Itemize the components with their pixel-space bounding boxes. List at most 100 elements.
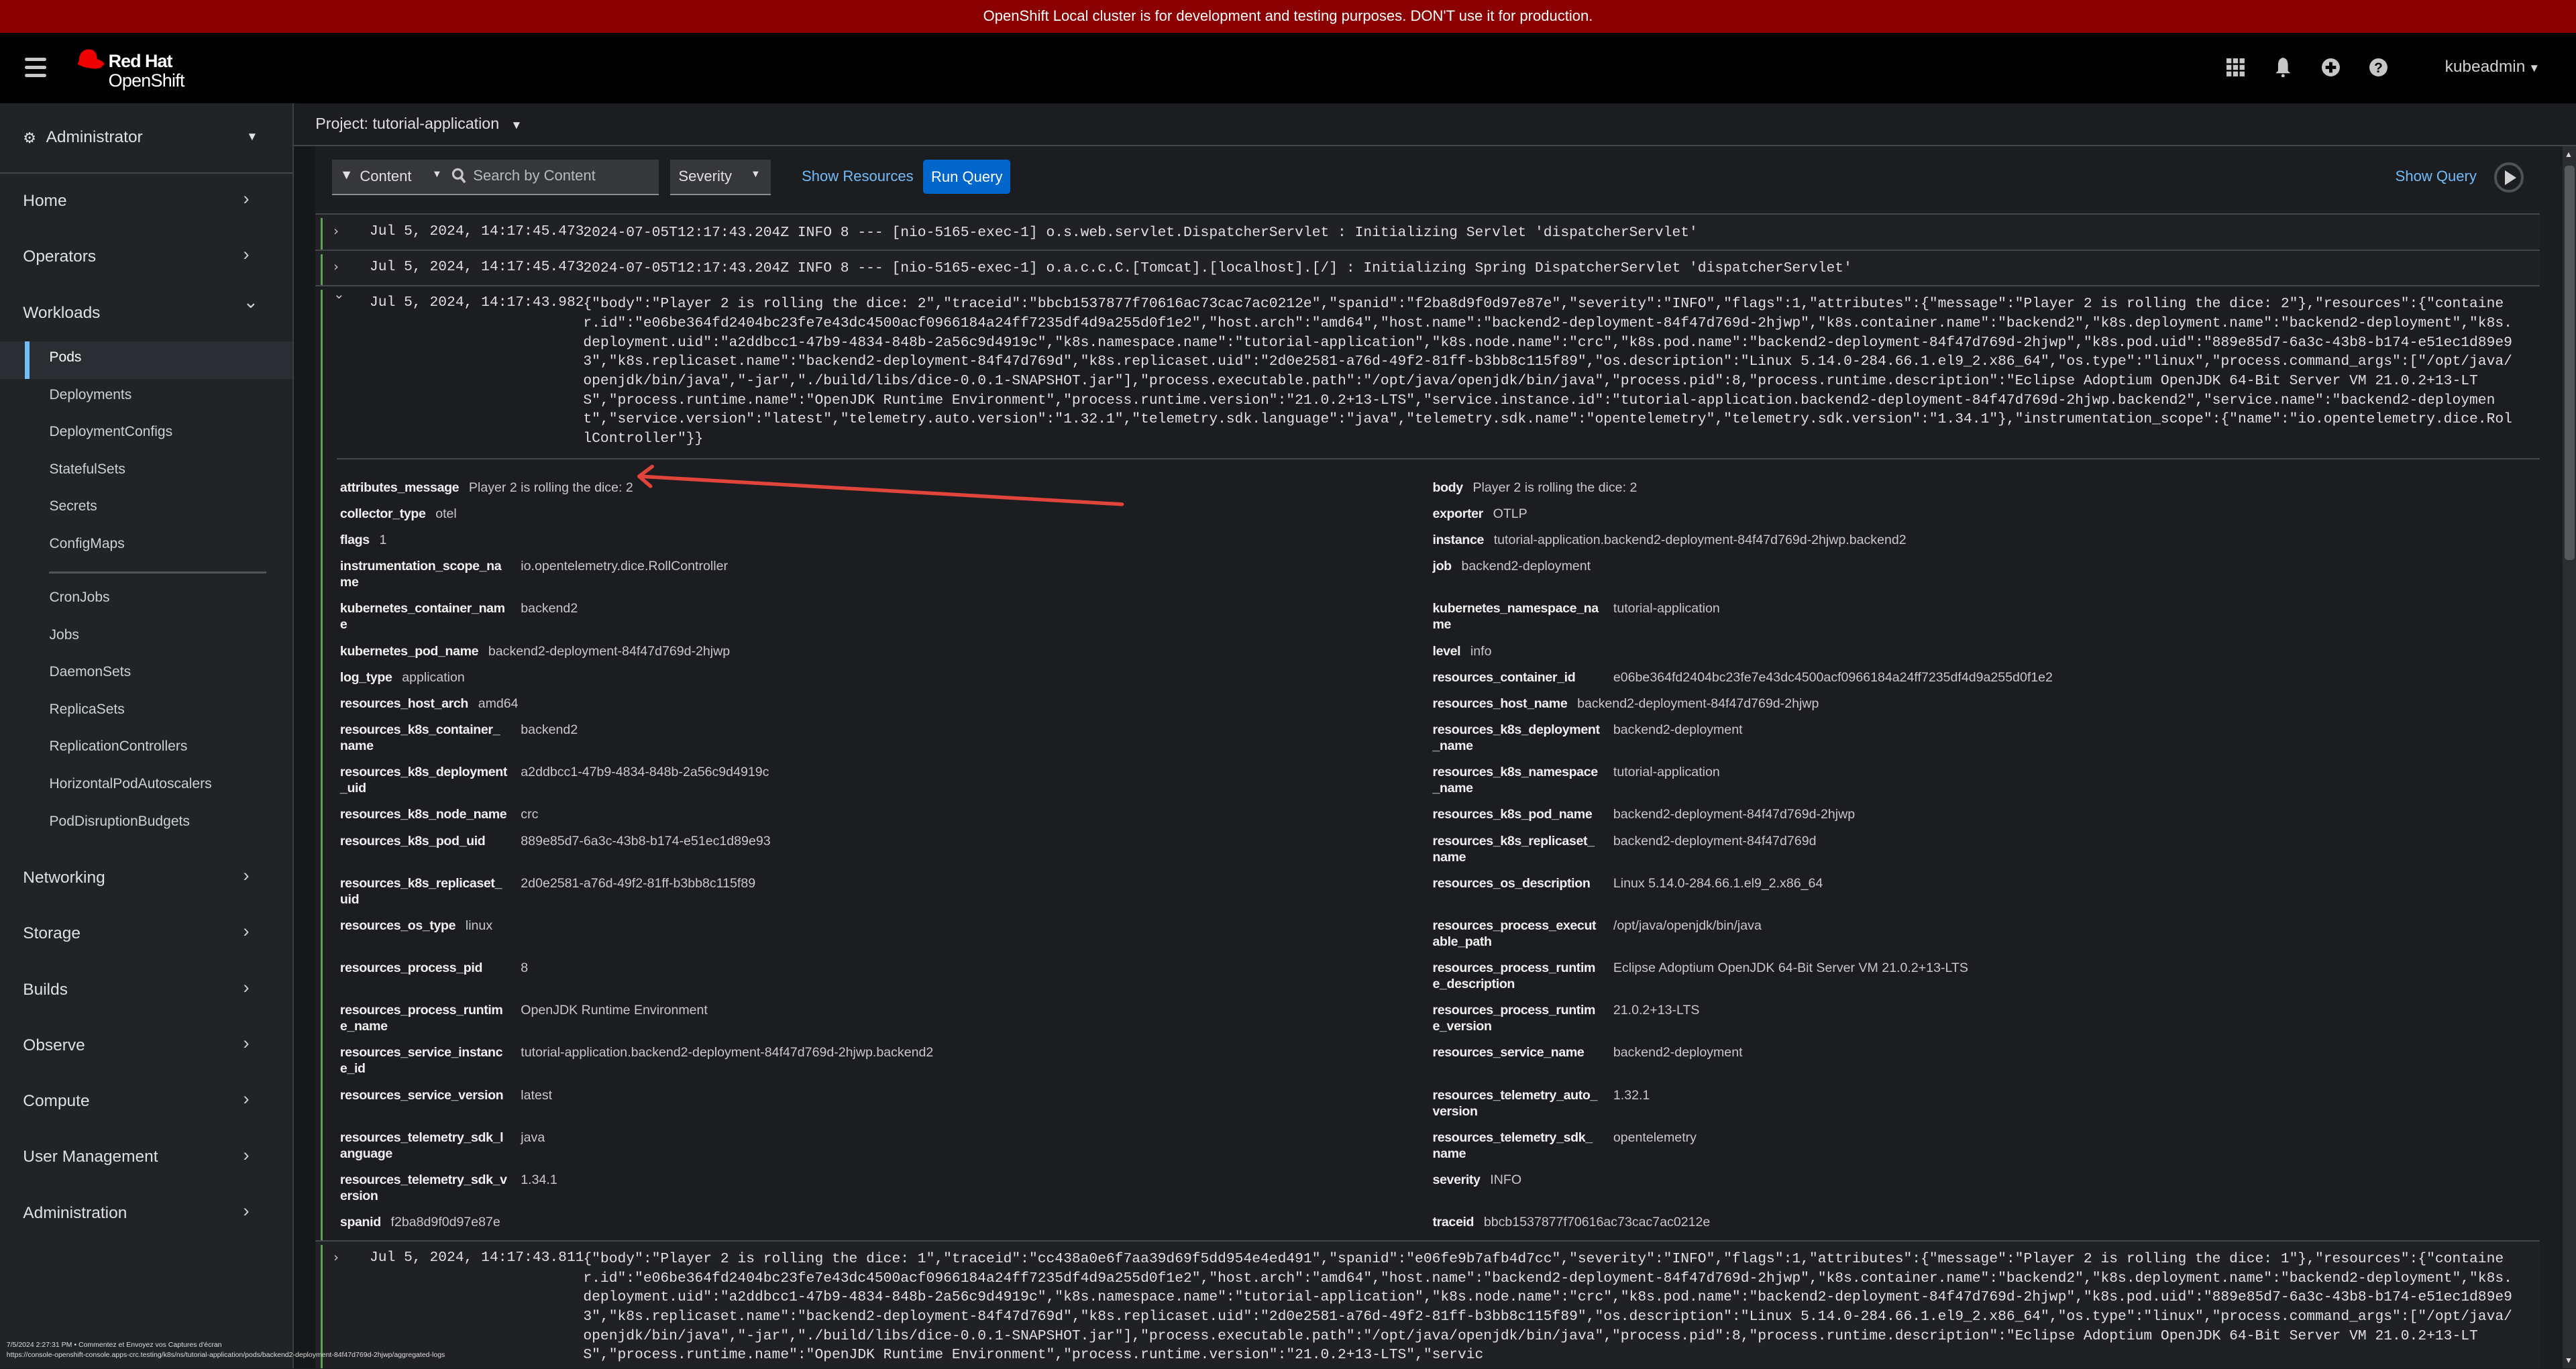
- log-attribute: resources_process_runtime_name OpenJDK Ru…: [340, 1002, 1433, 1034]
- show-query-link[interactable]: Show Query: [2396, 168, 2477, 185]
- attribute-value: Eclipse Adoptium OpenJDK 64-Bit Server V…: [1613, 961, 1968, 976]
- attribute-key: flags: [339, 533, 370, 548]
- sidebar-section-administration[interactable]: Administration ›: [0, 1186, 292, 1242]
- sidebar-section-observe[interactable]: Observe ›: [0, 1018, 292, 1074]
- attribute-value: 1.32.1: [1613, 1087, 1650, 1103]
- bell-icon[interactable]: [2259, 54, 2307, 80]
- log-attribute: resources_telemetry_sdk_language java: [340, 1130, 1433, 1162]
- sidebar-item-label: Secrets: [49, 498, 97, 514]
- scrollbar-thumb[interactable]: [2564, 166, 2575, 561]
- sidebar-item-replicasets[interactable]: ReplicaSets: [0, 694, 292, 731]
- search-by-content-input[interactable]: [473, 164, 654, 188]
- sidebar-item-replicationcontrollers[interactable]: ReplicationControllers: [0, 730, 292, 768]
- perspective-switcher[interactable]: ⚙ Administrator ▼: [0, 103, 292, 174]
- chevron-right-icon[interactable]: ›: [333, 223, 339, 239]
- caret-down-icon: ▼: [751, 169, 761, 180]
- sidebar-section-workloads[interactable]: Workloads ⌄: [0, 286, 292, 341]
- sidebar-section-builds[interactable]: Builds ›: [0, 963, 292, 1018]
- attribute-key: collector_type: [339, 506, 426, 521]
- sidebar-section-label: Home: [23, 192, 67, 211]
- log-level-bar: [320, 290, 323, 1240]
- attribute-filter-dropdown[interactable]: ▼ Content ▼: [331, 159, 442, 195]
- log-row[interactable]: › Jul 5, 2024, 14:17:43.811 {"body":"Playe…: [315, 1240, 2540, 1368]
- chevron-right-icon: ›: [243, 188, 250, 209]
- log-row[interactable]: › Jul 5, 2024, 14:17:45.473 2024-07-05T12:…: [315, 249, 2540, 286]
- log-attribute: resources_k8s_node_name crc: [340, 806, 1433, 822]
- aggregated-logs-panel: ▼ Content ▼ Severity ▼ Show Resources Ru…: [315, 146, 2561, 1368]
- sidebar-item-deploymentconfigs[interactable]: DeploymentConfigs: [0, 416, 292, 453]
- attribute-filter-label: Content: [360, 167, 412, 184]
- attribute-key: attributes_message: [339, 480, 460, 495]
- sidebar-item-label: CronJobs: [49, 590, 110, 606]
- severity-dropdown[interactable]: Severity ▼: [670, 159, 771, 195]
- grid-icon[interactable]: [2212, 54, 2259, 80]
- attribute-value: backend2-deployment-84f47d769d: [1613, 833, 1817, 848]
- chevron-right-icon: ›: [243, 1200, 250, 1221]
- sidebar-section-label: Storage: [23, 924, 80, 943]
- sidebar-item-daemonsets[interactable]: DaemonSets: [0, 656, 292, 694]
- log-row[interactable]: ⌄ Jul 5, 2024, 14:17:43.982 {"body":"Playe…: [315, 285, 2540, 1240]
- user-menu[interactable]: kubeadmin ▼: [2445, 58, 2540, 76]
- show-resources-link[interactable]: Show Resources: [802, 168, 914, 185]
- sidebar-section-networking[interactable]: Networking ›: [0, 851, 292, 906]
- attribute-key: resources_telemetry_sdk_version: [339, 1172, 507, 1203]
- attribute-key: resources_host_arch: [339, 696, 468, 711]
- plus-circle-icon[interactable]: [2307, 54, 2355, 80]
- log-attribute: flags 1: [340, 532, 1433, 548]
- attribute-value: otel: [435, 506, 457, 521]
- attribute-key: resources_process_runtime_description: [1432, 961, 1596, 992]
- attribute-key: kubernetes_namespace_name: [1432, 601, 1599, 633]
- attribute-value: info: [1470, 643, 1492, 659]
- help-icon[interactable]: ?: [2355, 54, 2402, 80]
- attribute-key: resources_process_runtime_name: [339, 1003, 503, 1034]
- log-message: {"body":"Player 2 is rolling the dice: 1…: [583, 1251, 2512, 1364]
- chevron-right-icon[interactable]: ›: [333, 259, 339, 274]
- sidebar-item-pods[interactable]: Pods: [0, 341, 292, 379]
- sidebar-item-poddisruptionbudgets[interactable]: PodDisruptionBudgets: [0, 805, 292, 842]
- sidebar: ⚙ Administrator ▼ Home › Operators › Workloa…: [0, 103, 294, 1368]
- sidebar-item-configmaps[interactable]: ConfigMaps: [0, 528, 292, 565]
- attribute-key: resources_service_name: [1432, 1045, 1585, 1060]
- chevron-down-icon[interactable]: ⌄: [333, 286, 344, 302]
- chevron-right-icon[interactable]: ›: [333, 1250, 339, 1265]
- sidebar-item-label: Pods: [49, 349, 82, 366]
- log-attribute: job backend2-deployment: [1433, 558, 2517, 590]
- sidebar-section-label: Builds: [23, 980, 68, 999]
- hamburger-menu-icon[interactable]: [24, 57, 46, 78]
- search-field[interactable]: [441, 159, 659, 195]
- brand-line2: OpenShift: [108, 70, 185, 91]
- log-attribute: kubernetes_pod_name backend2-deployment-8…: [340, 643, 1433, 659]
- sidebar-section-operators[interactable]: Operators ›: [0, 229, 292, 285]
- sidebar-item-secrets[interactable]: Secrets: [0, 490, 292, 528]
- sidebar-item-horizontalpodautoscalers[interactable]: HorizontalPodAutoscalers: [0, 768, 292, 806]
- sidebar-item-cronjobs[interactable]: CronJobs: [0, 582, 292, 619]
- svg-text:?: ?: [2374, 60, 2383, 76]
- attribute-value: /opt/java/openjdk/bin/java: [1613, 918, 1762, 933]
- brand-line1: Red Hat: [108, 50, 173, 71]
- sidebar-section-compute[interactable]: Compute ›: [0, 1074, 292, 1130]
- screenshot-caption-overlay: 7/5/2024 2:27:31 PM • Commentez et Envoy…: [7, 1340, 445, 1360]
- scroll-up-icon[interactable]: ▲: [2565, 150, 2573, 159]
- attribute-key: resources_telemetry_sdk_language: [339, 1130, 504, 1161]
- sidebar-item-jobs[interactable]: Jobs: [0, 618, 292, 656]
- run-query-button[interactable]: Run Query: [923, 159, 1011, 194]
- attribute-value: tutorial-application.backend2-deployment…: [1493, 533, 1907, 548]
- attribute-value: 8: [521, 961, 529, 976]
- attribute-value: backend2: [521, 722, 578, 738]
- sidebar-section-home[interactable]: Home ›: [0, 174, 292, 229]
- scrollbar[interactable]: ▲ ▼: [2563, 146, 2576, 1368]
- sidebar-item-statefulsets[interactable]: StatefulSets: [0, 453, 292, 491]
- sidebar-item-deployments[interactable]: Deployments: [0, 379, 292, 417]
- attribute-value: 2d0e2581-a76d-49f2-81ff-b3bb8c115f89: [521, 875, 756, 891]
- log-row[interactable]: › Jul 5, 2024, 14:17:45.473 2024-07-05T12:…: [315, 213, 2540, 250]
- sidebar-section-storage[interactable]: Storage ›: [0, 906, 292, 962]
- sidebar-section-user-management[interactable]: User Management ›: [0, 1130, 292, 1185]
- sidebar-section-label: Operators: [23, 248, 97, 266]
- log-timestamp: Jul 5, 2024, 14:17:45.473: [370, 223, 584, 239]
- attribute-value: backend2-deployment: [1461, 559, 1591, 574]
- play-stream-icon[interactable]: [2493, 162, 2524, 193]
- project-selector[interactable]: Project: tutorial-application ▼: [315, 115, 522, 133]
- log-attribute: resources_process_runtime_version 21.0.2+…: [1433, 1002, 2517, 1034]
- scroll-down-icon[interactable]: ▼: [2565, 1356, 2573, 1365]
- log-attribute: body Player 2 is rolling the dice: 2: [1433, 480, 2517, 496]
